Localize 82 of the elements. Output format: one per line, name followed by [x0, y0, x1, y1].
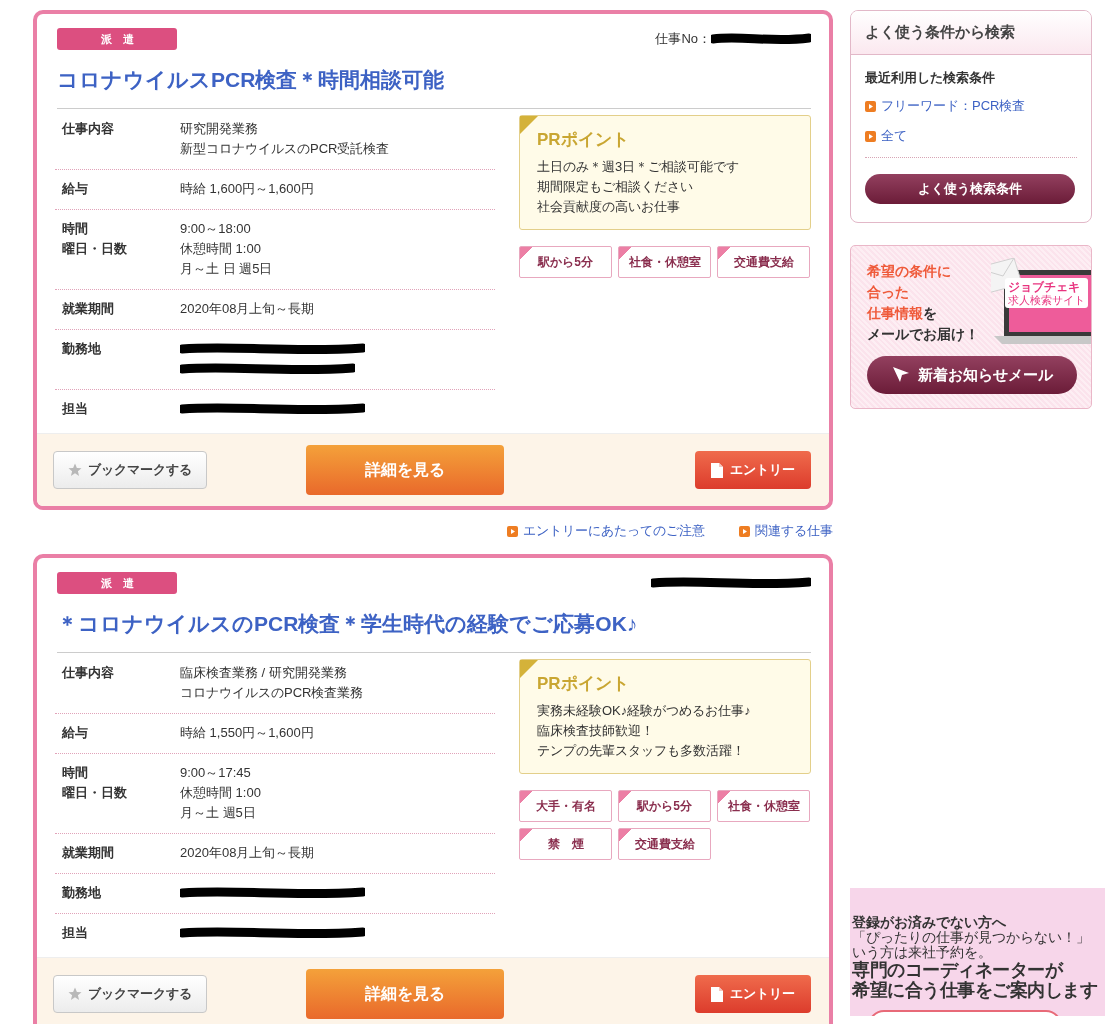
detail-label: 仕事内容: [62, 664, 115, 682]
search-link[interactable]: フリーワード：PCR検査: [865, 97, 1077, 115]
feature-tag: 駅から5分: [519, 246, 612, 278]
mail-promo-banner[interactable]: 希望の条件に 合った 仕事情報を メールでお届け！ ジョブチェキ 求人検索サイト 新着お知らせメール: [850, 245, 1092, 409]
pr-text: 実務未経験OK♪経験がつめるお仕事♪: [537, 702, 752, 720]
text-link[interactable]: 関連する仕事: [739, 522, 833, 540]
promo-text: メールでお届け！: [867, 326, 979, 342]
detail-label: 仕事内容: [62, 120, 115, 138]
promo-text: 合った: [867, 284, 909, 300]
feature-tag: 大手・有名: [519, 790, 612, 822]
screen-caption: 求人検索サイト: [1008, 294, 1085, 306]
promo-text: 希望の条件に: [867, 263, 951, 279]
pr-heading: PRポイント: [537, 129, 630, 151]
corner-ribbon-icon: [520, 660, 538, 678]
detail-label: 時間: [62, 220, 89, 238]
job-number-label: 仕事No：: [655, 30, 711, 48]
section-heading: 最近利用した検索条件: [865, 69, 996, 87]
saved-search-button[interactable]: よく使う検索条件: [865, 174, 1075, 204]
bookmark-button[interactable]: ブックマークする: [53, 451, 207, 489]
pr-text: 期間限定もご相談ください: [537, 178, 694, 196]
star-icon: [68, 987, 82, 1001]
job-title[interactable]: コロナウイルスPCR検査＊時間相談可能: [57, 52, 811, 109]
detail-label: 曜日・日数: [62, 240, 128, 258]
detail-value: 時給 1,550円～1,600円: [180, 724, 314, 742]
screen-logo: ジョブチェキ: [1008, 280, 1081, 294]
detail-value: コロナウイルスのPCR検査業務: [180, 684, 364, 702]
banner-lead: 希望に合う仕事をご案内します: [852, 980, 1098, 1000]
detail-label: 給与: [62, 724, 89, 742]
banner-text: いう方は来社予約を。: [852, 945, 993, 960]
detail-value: 月～土 日 週5日: [180, 260, 273, 278]
detail-label: 担当: [62, 924, 89, 942]
detail-label: 勤務地: [62, 884, 102, 902]
detail-label: 就業期間: [62, 300, 115, 318]
employment-badge: 派 遣: [57, 572, 177, 594]
detail-value: 月～土 週5日: [180, 804, 257, 822]
detail-label: 勤務地: [62, 340, 102, 358]
feature-tag: 交通費支給: [717, 246, 810, 278]
pr-text: 土日のみ＊週3日＊ご相談可能です: [537, 158, 741, 176]
detail-label: 就業期間: [62, 844, 115, 862]
banner-lead: 専門のコーディネーターが: [852, 960, 1064, 980]
employment-badge: 派 遣: [57, 28, 177, 50]
corner-ribbon-icon: [520, 116, 538, 134]
detail-value: 臨床検査業務 / 研究開発業務: [180, 664, 348, 682]
cursor-icon: [891, 366, 910, 384]
feature-tag: 禁 煙: [519, 828, 612, 860]
text-link[interactable]: エントリーにあたってのご注意: [507, 522, 705, 540]
detail-value: 9:00～17:45: [180, 764, 252, 782]
feature-tag: 社食・休憩室: [618, 246, 711, 278]
promo-text: 仕事情報: [867, 305, 923, 321]
detail-value: 2020年08月上旬～長期: [180, 300, 315, 318]
detail-value: 休憩時間 1:00: [180, 784, 261, 802]
pr-text: 社会貢献度の高いお仕事: [537, 198, 681, 216]
register-banner[interactable]: 登録がお済みでない方へ 「ぴったりの仕事が見つからない！」 いう方は来社予約を。 専門のコーディネーターが 希望に合う仕事をご案内します: [850, 888, 1105, 1016]
pr-text: 臨床検査技師歓迎！: [537, 722, 655, 740]
pr-heading: PRポイント: [537, 673, 630, 695]
search-link[interactable]: 全て: [865, 127, 1077, 145]
feature-tag: 社食・休憩室: [717, 790, 810, 822]
detail-label: 時間: [62, 764, 89, 782]
pr-text: テンプの先輩スタッフも多数活躍！: [537, 742, 746, 760]
detail-value: 9:00～18:00: [180, 220, 252, 238]
entry-button[interactable]: エントリー: [695, 975, 811, 1013]
feature-tag: 駅から5分: [618, 790, 711, 822]
job-title[interactable]: ＊コロナウイルスのPCR検査＊学生時代の経験でご応募OK♪: [57, 596, 811, 653]
banner-heading: 登録がお済みでない方へ: [852, 914, 1007, 930]
promo-text: を: [923, 305, 937, 321]
detail-label: 曜日・日数: [62, 784, 128, 802]
panel-title: よく使う条件から検索: [851, 11, 1091, 55]
detail-value: 新型コロナウイルスのPCR受託検査: [180, 140, 390, 158]
detail-value: 研究開発業務: [180, 120, 259, 138]
detail-label: 給与: [62, 180, 89, 198]
entry-button[interactable]: エントリー: [695, 451, 811, 489]
document-icon: [711, 986, 723, 1002]
bookmark-button[interactable]: ブックマークする: [53, 975, 207, 1013]
detail-value: 2020年08月上旬～長期: [180, 844, 315, 862]
banner-text: 「ぴったりの仕事が見つからない！」: [852, 930, 1091, 945]
mail-signup-button[interactable]: 新着お知らせメール: [867, 356, 1077, 394]
detail-value: 休憩時間 1:00: [180, 240, 262, 258]
feature-tag: 交通費支給: [618, 828, 711, 860]
star-icon: [68, 463, 82, 477]
detail-value: 時給 1,600円～1,600円: [180, 180, 314, 198]
detail-label: 担当: [62, 400, 89, 418]
document-icon: [711, 462, 723, 478]
